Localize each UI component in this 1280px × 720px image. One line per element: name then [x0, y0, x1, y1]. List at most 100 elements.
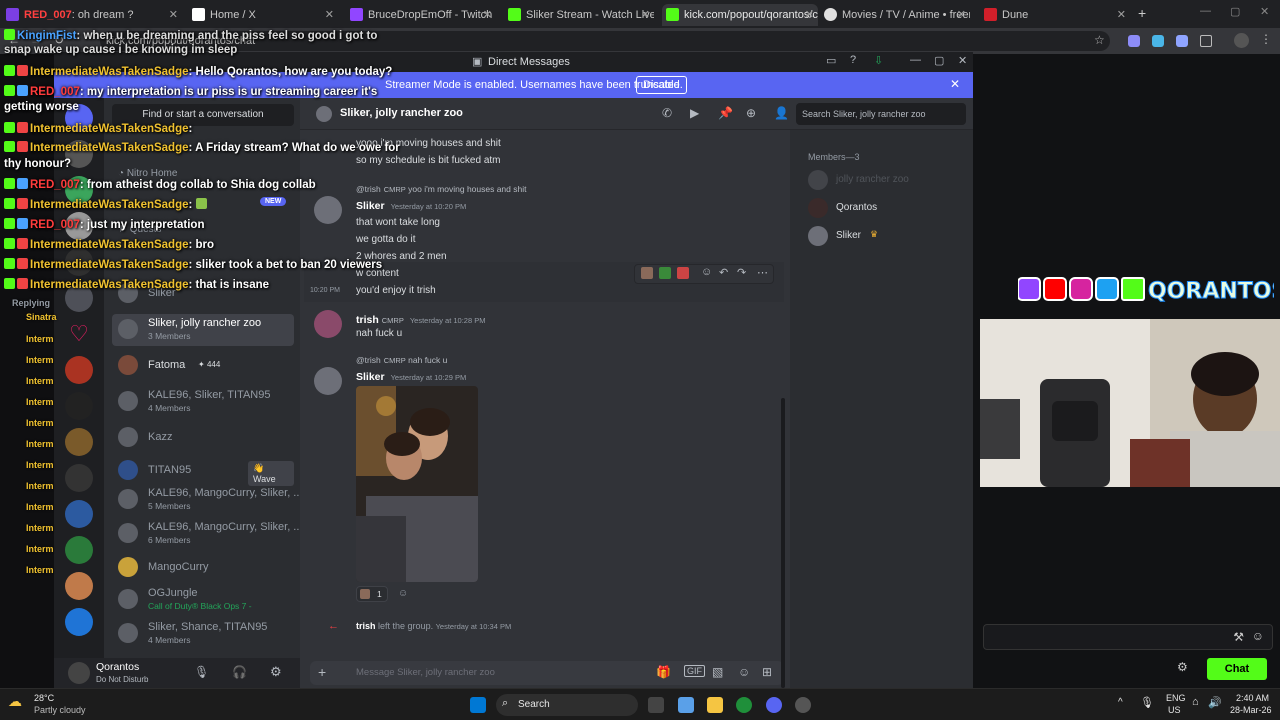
- dm-item[interactable]: OGJungle Call of Duty® Black Ops 7 -: [112, 584, 294, 616]
- close-icon[interactable]: ✕: [958, 54, 967, 67]
- add-friends-icon[interactable]: ⊕: [746, 106, 756, 120]
- member-item[interactable]: Sliker ♛: [808, 224, 968, 248]
- dm-item[interactable]: Kazz: [112, 422, 294, 454]
- windows-start-icon[interactable]: [470, 697, 486, 713]
- extension-icon[interactable]: [1152, 35, 1164, 47]
- add-reaction-icon[interactable]: ☺: [398, 588, 408, 599]
- server-icon[interactable]: [65, 536, 93, 564]
- tab-x[interactable]: Home / X ✕: [188, 4, 338, 26]
- add-reaction-icon[interactable]: ☺: [701, 266, 712, 278]
- avatar[interactable]: [314, 367, 342, 395]
- server-icon[interactable]: [65, 392, 93, 420]
- message-author[interactable]: Sliker Yesterday at 10:20 PM: [356, 200, 466, 212]
- server-icon[interactable]: [65, 500, 93, 528]
- message-author[interactable]: Sliker Yesterday at 10:29 PM: [356, 371, 466, 383]
- member-item[interactable]: Qorantos: [808, 196, 968, 220]
- menu-kebab-icon[interactable]: ⋮: [1260, 32, 1272, 46]
- extension-icon[interactable]: [1176, 35, 1188, 47]
- discord-icon[interactable]: [766, 697, 782, 713]
- dm-item[interactable]: MangoCurry: [112, 552, 294, 584]
- avatar[interactable]: [314, 196, 342, 224]
- sticker-icon[interactable]: ▧: [712, 665, 723, 679]
- reaction-pill[interactable]: 1: [356, 586, 388, 602]
- reaction-emoji-icon[interactable]: [641, 267, 653, 279]
- apps-icon[interactable]: ⊞: [762, 665, 772, 679]
- microphone-tray-icon[interactable]: 🎙: [1140, 696, 1154, 709]
- download-icon[interactable]: ⇩: [874, 54, 883, 67]
- search-input[interactable]: Search Sliker, jolly rancher zoo: [796, 103, 966, 125]
- message-author[interactable]: trish CMRP Yesterday at 10:28 PM: [356, 314, 485, 326]
- tab-kick-popout[interactable]: kick.com/popout/qorantos/cha ✕: [662, 4, 818, 26]
- server-icon[interactable]: [65, 572, 93, 600]
- message-composer[interactable]: + Message Sliker, jolly rancher zoo 🎁 GI…: [310, 661, 784, 685]
- smiley-icon[interactable]: ☺: [1252, 629, 1264, 643]
- wave-button[interactable]: 👋 Wave: [248, 461, 294, 486]
- close-icon[interactable]: ✕: [805, 4, 814, 26]
- weather-icon[interactable]: ☁: [8, 693, 22, 710]
- gift-icon[interactable]: 🎁: [656, 665, 671, 679]
- inbox-icon[interactable]: ▭: [826, 54, 836, 67]
- video-call-icon[interactable]: ▶: [690, 106, 699, 120]
- more-icon[interactable]: ⋯: [757, 266, 768, 279]
- extensions-puzzle-icon[interactable]: [1200, 35, 1212, 47]
- copilot-icon[interactable]: [678, 697, 694, 713]
- network-icon[interactable]: ⌂: [1192, 696, 1199, 708]
- volume-icon[interactable]: 🔊: [1208, 696, 1222, 709]
- headphones-icon[interactable]: 🎧: [232, 665, 247, 679]
- emoji-icon[interactable]: ☺: [738, 665, 750, 679]
- scrollbar[interactable]: [781, 398, 785, 688]
- task-view-icon[interactable]: [648, 697, 664, 713]
- disable-streamer-mode-button[interactable]: Disable: [636, 76, 687, 94]
- server-icon[interactable]: [65, 428, 93, 456]
- heart-icon[interactable]: ♡: [65, 320, 93, 348]
- dm-item[interactable]: KALE96, Sliker, TITAN95 4 Members: [112, 386, 294, 418]
- clock-time[interactable]: 2:40 AM: [1236, 693, 1269, 703]
- member-list-icon[interactable]: 👤: [774, 106, 789, 120]
- close-icon[interactable]: ✕: [957, 4, 966, 26]
- microphone-icon[interactable]: 🎙: [194, 665, 209, 679]
- tab-twitch[interactable]: BruceDropEmOff - Twitch ✕: [346, 4, 496, 26]
- settings-gear-icon[interactable]: ⚙: [270, 664, 282, 680]
- pin-icon[interactable]: 📌: [718, 106, 733, 120]
- reply-preview[interactable]: @trish CMRP yoo i'm moving houses and shi…: [356, 184, 526, 194]
- voice-call-icon[interactable]: ✆: [662, 106, 672, 120]
- reaction-emoji-icon[interactable]: [659, 267, 671, 279]
- chrome-icon[interactable]: [736, 697, 752, 713]
- minimize-icon[interactable]: —: [1200, 5, 1211, 17]
- profile-avatar[interactable]: [1234, 33, 1249, 48]
- close-icon[interactable]: ✕: [169, 4, 178, 26]
- help-icon[interactable]: ?: [850, 54, 856, 66]
- chat-send-button[interactable]: Chat: [1207, 658, 1267, 680]
- language-label[interactable]: ENG: [1166, 693, 1186, 703]
- dm-item[interactable]: KALE96, MangoCurry, Sliker, ... 6 Members: [112, 518, 302, 550]
- file-explorer-icon[interactable]: [707, 697, 723, 713]
- tab-freemed[interactable]: Movies / TV / Anime • freemed ✕: [820, 4, 970, 26]
- close-icon[interactable]: ✕: [325, 4, 334, 26]
- maximize-icon[interactable]: ▢: [934, 54, 944, 67]
- dm-item[interactable]: Fatoma ✦ 444: [112, 350, 294, 382]
- dm-item[interactable]: TITAN95 👋 Wave: [112, 455, 294, 487]
- gif-icon[interactable]: GIF: [684, 665, 705, 677]
- close-icon[interactable]: ✕: [641, 4, 650, 26]
- reaction-emoji-icon[interactable]: [677, 267, 689, 279]
- tab-chat-1[interactable]: RED_007: oh dream ? ✕: [2, 4, 182, 26]
- minimize-icon[interactable]: —: [910, 54, 921, 66]
- forward-icon[interactable]: ↷: [737, 266, 746, 279]
- extension-icon[interactable]: [1128, 35, 1140, 47]
- avatar[interactable]: [314, 310, 342, 338]
- close-window-icon[interactable]: ✕: [1260, 5, 1269, 18]
- reply-icon[interactable]: ↶: [719, 266, 728, 279]
- star-icon[interactable]: ☆: [1094, 33, 1105, 47]
- close-icon[interactable]: ✕: [1117, 4, 1126, 26]
- settings-gear-icon[interactable]: ⚙: [1177, 660, 1188, 674]
- server-icon[interactable]: [65, 464, 93, 492]
- chat-input[interactable]: ⚒ ☺: [983, 624, 1273, 650]
- emote-icon[interactable]: ⚒: [1233, 630, 1244, 644]
- tab-kick-sliker[interactable]: Sliker Stream - Watch Live on K ✕: [504, 4, 654, 26]
- new-tab-icon[interactable]: +: [1138, 5, 1146, 21]
- avatar[interactable]: [68, 662, 90, 684]
- tray-chevron-icon[interactable]: ^: [1118, 697, 1123, 708]
- server-icon[interactable]: [65, 356, 93, 384]
- member-item[interactable]: jolly rancher zoo: [808, 168, 968, 192]
- reply-preview[interactable]: @trish CMRP nah fuck u: [356, 355, 447, 365]
